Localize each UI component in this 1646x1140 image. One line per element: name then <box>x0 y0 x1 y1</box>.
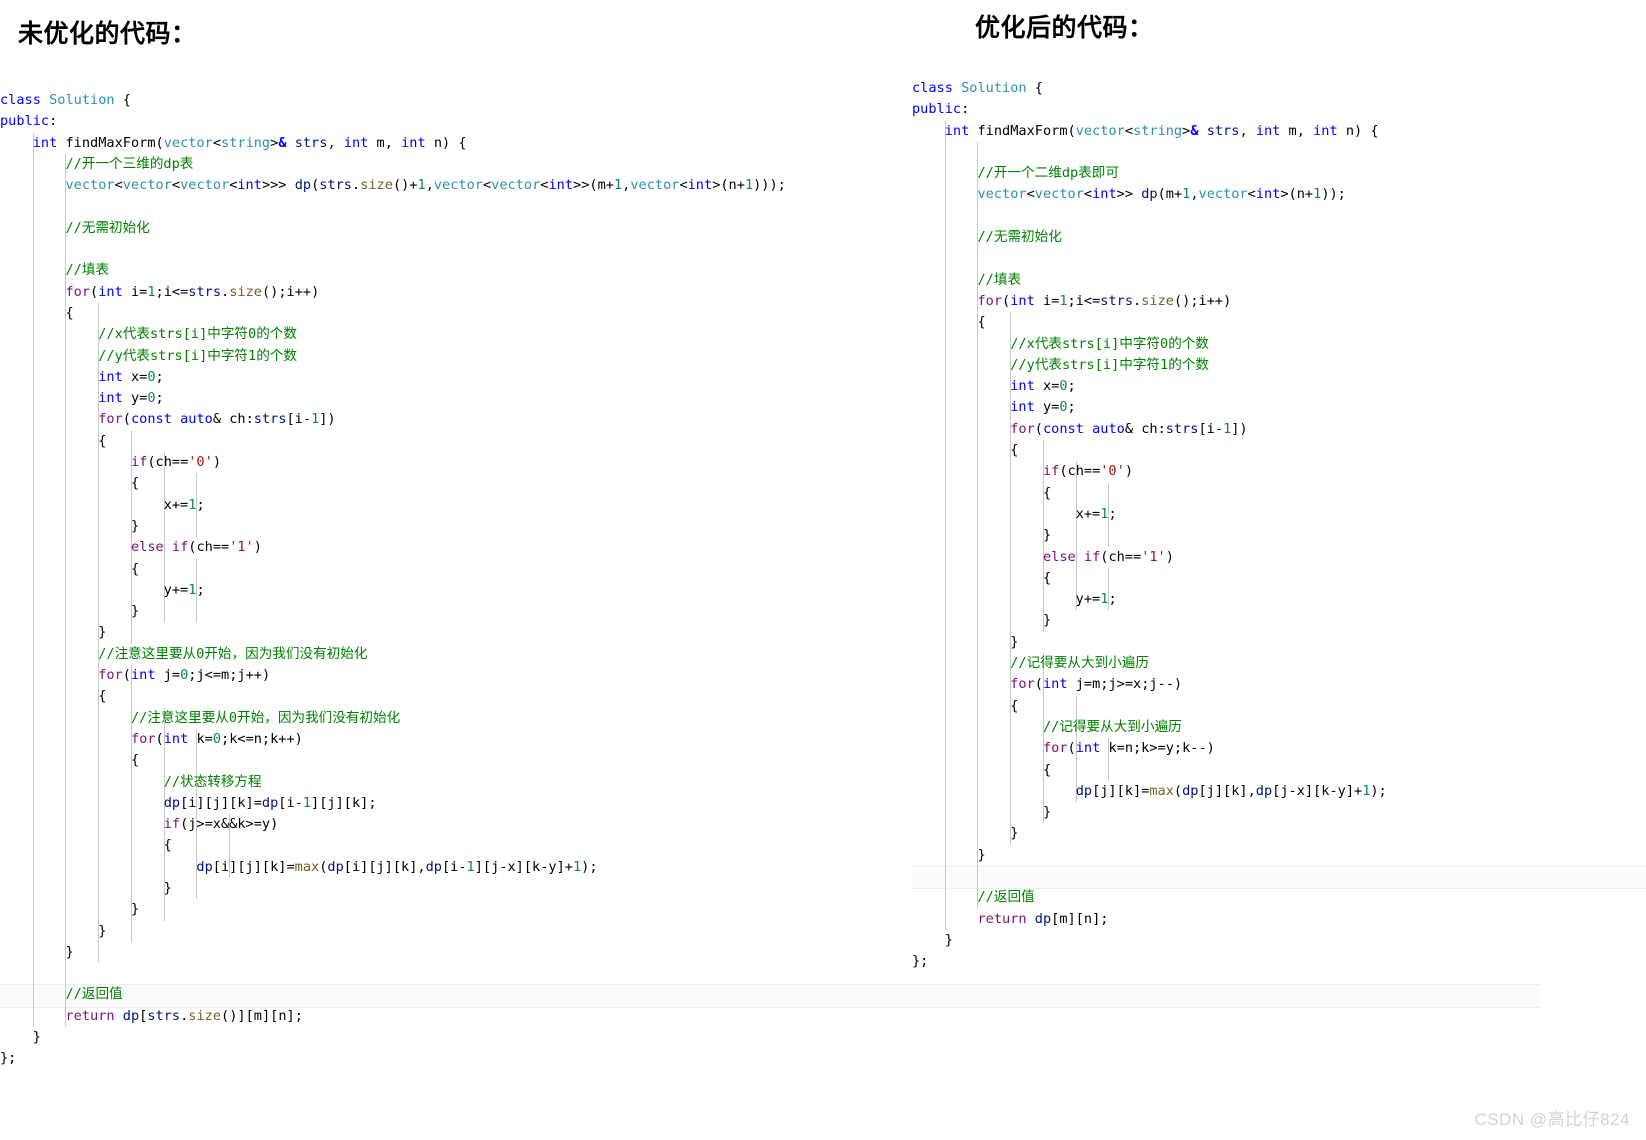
code-line: vector<vector<vector<int>>> dp(strs.size… <box>65 177 786 194</box>
code-line: } <box>912 612 1052 629</box>
code-line: } <box>912 825 1019 842</box>
code-line: int y=0; <box>1010 399 1076 416</box>
code-line: { <box>912 442 1019 459</box>
code-line: { <box>0 304 74 321</box>
code-line: } <box>0 922 107 939</box>
code-line: public: <box>0 113 58 130</box>
code-line: int findMaxForm(vector<string>& strs, in… <box>944 122 1379 139</box>
code-line: //y代表strs[i]中字符1的个数 <box>98 347 297 364</box>
code-line: } <box>0 517 140 534</box>
heading-unoptimized: 未优化的代码： <box>18 21 197 48</box>
code-line: //无需初始化 <box>977 229 1062 246</box>
code-line: dp[i][j][k]=max(dp[i][j][k],dp[i-1][j-x]… <box>196 858 598 875</box>
code-line: return dp[m][n]; <box>977 910 1109 927</box>
code-block-unoptimized: class Solution { public: int findMaxForm(… <box>0 90 1540 1070</box>
current-line-highlight <box>912 865 1646 890</box>
code-line: int x=0; <box>98 368 164 385</box>
code-line: y+=1; <box>0 581 205 598</box>
code-line: //填表 <box>65 262 110 279</box>
code-line: else if(ch=='1') <box>130 539 262 556</box>
code-line: { <box>912 761 1052 778</box>
code-line: { <box>912 697 1019 714</box>
code-line: } <box>0 1029 41 1046</box>
code-line: class Solution { <box>0 92 131 108</box>
code-line: { <box>912 569 1052 586</box>
csdn-watermark: CSDN @高比仔824 <box>1474 1110 1630 1129</box>
code-line: //返回值 <box>0 984 1540 1008</box>
code-line: } <box>912 527 1052 544</box>
code-line: } <box>912 846 986 863</box>
code-line: return dp[strs.size()][m][n]; <box>65 1007 303 1024</box>
code-line: int y=0; <box>98 390 164 407</box>
code-line: for(int k=n;k>=y;k--) <box>1042 740 1215 757</box>
code-line: //填表 <box>977 271 1022 288</box>
code-line: { <box>0 560 140 577</box>
code-line: x+=1; <box>912 505 1117 522</box>
code-line: } <box>0 943 74 960</box>
code-line: { <box>0 688 107 705</box>
code-line <box>912 865 1646 890</box>
code-line: for(int i=1;i<=strs.size();i++) <box>977 292 1232 309</box>
code-line: { <box>0 475 140 492</box>
code-line: { <box>912 314 986 331</box>
code-line: dp[j][k]=max(dp[j][k],dp[j-x][k-y]+1); <box>1075 782 1387 799</box>
code-line: } <box>0 624 107 641</box>
code-line: } <box>0 603 140 620</box>
code-line: { <box>0 752 140 769</box>
code-line: int x=0; <box>1010 378 1076 395</box>
code-line: //注意这里要从0开始，因为我们没有初始化 <box>130 709 401 726</box>
code-line: } <box>0 879 172 896</box>
code-line: //注意这里要从0开始，因为我们没有初始化 <box>98 645 368 662</box>
code-line: { <box>0 432 107 449</box>
code-line: }; <box>912 953 929 970</box>
current-line-highlight <box>0 984 1540 1008</box>
code-line: dp[i][j][k]=dp[i-1][j][k]; <box>163 794 377 811</box>
code-line: //记得要从大到小遍历 <box>1042 718 1182 735</box>
code-line: y+=1; <box>912 591 1117 608</box>
code-line: if(j>=x&&k>=y) <box>163 816 279 833</box>
code-line: //y代表strs[i]中字符1的个数 <box>1010 356 1209 373</box>
code-line: for(const auto& ch:strs[i-1]) <box>98 411 336 428</box>
code-line: //开一个三维的dp表 <box>65 155 194 172</box>
code-line: else if(ch=='1') <box>1042 548 1174 565</box>
code-line: for(int k=0;k<=n;k++) <box>130 730 303 747</box>
code-line: for(int j=0;j<=m;j++) <box>98 667 271 684</box>
code-line: //开一个二维dp表即可 <box>977 165 1119 182</box>
code-line: for(int i=1;i<=strs.size();i++) <box>65 283 320 300</box>
code-line: }; <box>0 1050 17 1067</box>
code-line: x+=1; <box>0 496 205 513</box>
code-line: for(const auto& ch:strs[i-1]) <box>1010 420 1248 437</box>
code-block-optimized: class Solution { public: int findMaxForm(… <box>912 78 1646 972</box>
heading-optimized: 优化后的代码： <box>975 15 1154 42</box>
code-line: class Solution { <box>912 80 1043 96</box>
code-line: int findMaxForm(vector<string>& strs, in… <box>32 134 467 151</box>
code-line: } <box>0 901 140 918</box>
code-line: { <box>0 837 172 854</box>
code-line: //记得要从大到小遍历 <box>1010 655 1149 672</box>
code-line: //无需初始化 <box>65 219 150 236</box>
code-line: if(ch=='0') <box>1042 463 1133 480</box>
code-line: //x代表strs[i]中字符0的个数 <box>98 326 297 343</box>
code-line: //返回值 <box>977 889 1035 906</box>
code-line: if(ch=='0') <box>130 454 221 471</box>
code-line: } <box>912 633 1019 650</box>
code-line: for(int j=m;j>=x;j--) <box>1010 676 1183 693</box>
code-line: vector<vector<int>> dp(m+1,vector<int>(n… <box>977 186 1346 203</box>
code-line: } <box>912 931 953 948</box>
code-line: } <box>912 804 1052 821</box>
code-line: { <box>912 484 1052 501</box>
code-line: //x代表strs[i]中字符0的个数 <box>1010 335 1209 352</box>
code-line: public: <box>912 101 970 118</box>
code-line: //状态转移方程 <box>163 773 262 790</box>
